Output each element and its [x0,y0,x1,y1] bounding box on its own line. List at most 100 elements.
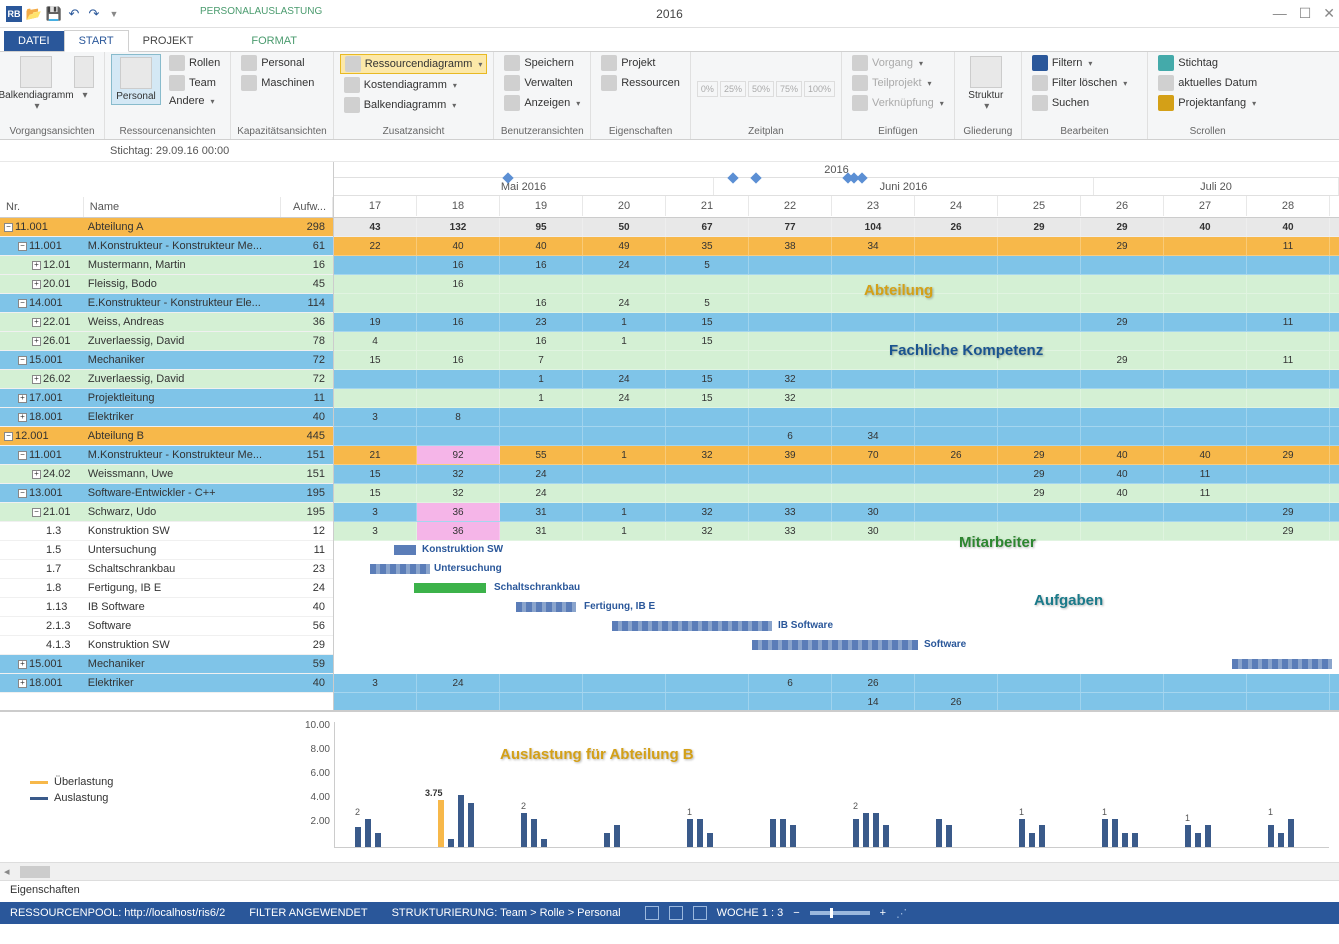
undo-icon[interactable]: ↶ [66,6,82,22]
table-row[interactable]: 1.13IB Software40 [0,598,333,617]
table-row[interactable]: −12.001Abteilung B445 [0,427,333,446]
table-row[interactable]: +26.01Zuverlaessig, David78 [0,332,333,351]
team-button[interactable]: Team [165,74,224,92]
zoom-in-icon[interactable]: + [880,907,886,919]
tab-format[interactable]: FORMAT [237,31,311,51]
rollen-button[interactable]: Rollen [165,54,224,72]
balkendiagramm2-button[interactable]: Balkendiagramm▾ [340,96,488,114]
speichern-button[interactable]: Speichern [500,54,584,72]
verwalten-button[interactable]: Verwalten [500,74,584,92]
kostendiagramm-button[interactable]: Kostendiagramm▾ [340,76,488,94]
pct-100[interactable]: 100% [804,81,835,97]
redo-icon[interactable]: ↷ [86,6,102,22]
task-bar[interactable] [370,564,430,574]
table-row[interactable]: −11.001M.Konstrukteur - Konstrukteur Me.… [0,446,333,465]
pct-25[interactable]: 25% [720,81,746,97]
table-row[interactable]: −15.001Mechaniker72 [0,351,333,370]
kap-personal-button[interactable]: Personal [237,54,318,72]
expand-toggle[interactable]: − [18,242,27,251]
col-header-name[interactable]: Name [84,197,281,217]
expand-toggle[interactable]: + [32,280,41,289]
expand-toggle[interactable]: + [32,318,41,327]
expand-toggle[interactable]: + [32,261,41,270]
suchen-button[interactable]: Suchen [1028,94,1131,112]
expand-toggle[interactable]: − [18,451,27,460]
expand-toggle[interactable]: + [32,337,41,346]
filtern-button[interactable]: Filtern▾ [1028,54,1131,72]
stichtag-button[interactable]: Stichtag [1154,54,1261,72]
expand-toggle[interactable]: − [18,299,27,308]
table-row[interactable]: +20.01Fleissig, Bodo45 [0,275,333,294]
save-icon[interactable]: 💾 [46,6,62,22]
expand-toggle[interactable]: − [4,223,13,232]
close-icon[interactable]: ✕ [1323,5,1335,22]
pct-50[interactable]: 50% [748,81,774,97]
table-row[interactable]: −21.01Schwarz, Udo195 [0,503,333,522]
minimize-icon[interactable]: — [1273,5,1287,22]
table-row[interactable]: −13.001Software-Entwickler - C++195 [0,484,333,503]
view-icon-3[interactable] [693,906,707,920]
table-row[interactable]: −14.001E.Konstrukteur - Konstrukteur Ele… [0,294,333,313]
task-bar[interactable] [612,621,772,631]
table-row[interactable]: +17.001Projektleitung11 [0,389,333,408]
table-row[interactable]: +18.001Elektriker40 [0,674,333,693]
table-row[interactable]: 2.1.3Software56 [0,617,333,636]
horizontal-scrollbar[interactable]: ◂ [0,862,1339,880]
pct-75[interactable]: 75% [776,81,802,97]
expand-toggle[interactable]: − [18,356,27,365]
projekt-button[interactable]: Projekt [597,54,684,72]
open-icon[interactable]: 📂 [26,6,42,22]
chart-plot[interactable]: 3.75 22121111 [334,722,1329,848]
table-row[interactable]: 1.8Fertigung, IB E24 [0,579,333,598]
expand-toggle[interactable]: + [32,375,41,384]
table-row[interactable]: +18.001Elektriker40 [0,408,333,427]
pct-0[interactable]: 0% [697,81,718,97]
col-header-nr[interactable]: Nr. [0,197,84,217]
view-icon-2[interactable] [669,906,683,920]
scroll-thumb[interactable] [20,866,50,878]
table-row[interactable]: 1.7Schaltschrankbau23 [0,560,333,579]
struktur-button[interactable]: Struktur▾ [961,54,1011,114]
expand-toggle[interactable]: + [18,660,27,669]
personal-button[interactable]: Personal [111,54,161,105]
expand-toggle[interactable]: − [32,508,41,517]
zoom-out-icon[interactable]: − [793,907,799,919]
aktuelles-datum-button[interactable]: aktuelles Datum [1154,74,1261,92]
task-bar[interactable] [394,545,416,555]
table-row[interactable]: +22.01Weiss, Andreas36 [0,313,333,332]
task-bar[interactable] [414,583,486,593]
qat-dropdown-icon[interactable]: ▼ [106,6,122,22]
view-icon-1[interactable] [645,906,659,920]
gantt-small-button[interactable]: ▾ [70,54,98,103]
tab-eigenschaften[interactable]: Eigenschaften [10,884,80,896]
ressourcen-button[interactable]: Ressourcen [597,74,684,92]
filter-loeschen-button[interactable]: Filter löschen▾ [1028,74,1131,92]
expand-toggle[interactable]: − [4,432,13,441]
anzeigen-button[interactable]: Anzeigen▾ [500,94,584,112]
zoom-slider[interactable] [810,911,870,915]
table-row[interactable]: +12.01Mustermann, Martin16 [0,256,333,275]
table-row[interactable]: 4.1.3Konstruktion SW29 [0,636,333,655]
expand-toggle[interactable]: + [32,470,41,479]
task-bar[interactable] [516,602,576,612]
resize-grip-icon[interactable]: ⋰ [896,907,907,920]
expand-toggle[interactable]: + [18,679,27,688]
table-row[interactable]: 1.5Untersuchung11 [0,541,333,560]
ressourcendiagramm-button[interactable]: Ressourcendiagramm▾ [340,54,488,74]
col-header-aufw[interactable]: Aufw... [281,197,333,217]
projektanfang-button[interactable]: Projektanfang▾ [1154,94,1261,112]
table-row[interactable]: −11.001Abteilung A298 [0,218,333,237]
task-bar[interactable] [1232,659,1332,669]
tab-projekt[interactable]: PROJEKT [129,31,208,51]
table-row[interactable]: −11.001M.Konstrukteur - Konstrukteur Me.… [0,237,333,256]
task-bar[interactable] [752,640,918,650]
expand-toggle[interactable]: − [18,489,27,498]
table-row[interactable]: 1.3Konstruktion SW12 [0,522,333,541]
balkendiagramm-button[interactable]: Balkendiagramm▾ [6,54,66,114]
table-row[interactable]: +24.02Weissmann, Uwe151 [0,465,333,484]
expand-toggle[interactable]: + [18,413,27,422]
tab-file[interactable]: DATEI [4,31,64,51]
kap-maschinen-button[interactable]: Maschinen [237,74,318,92]
expand-toggle[interactable]: + [18,394,27,403]
tab-start[interactable]: START [64,30,129,52]
